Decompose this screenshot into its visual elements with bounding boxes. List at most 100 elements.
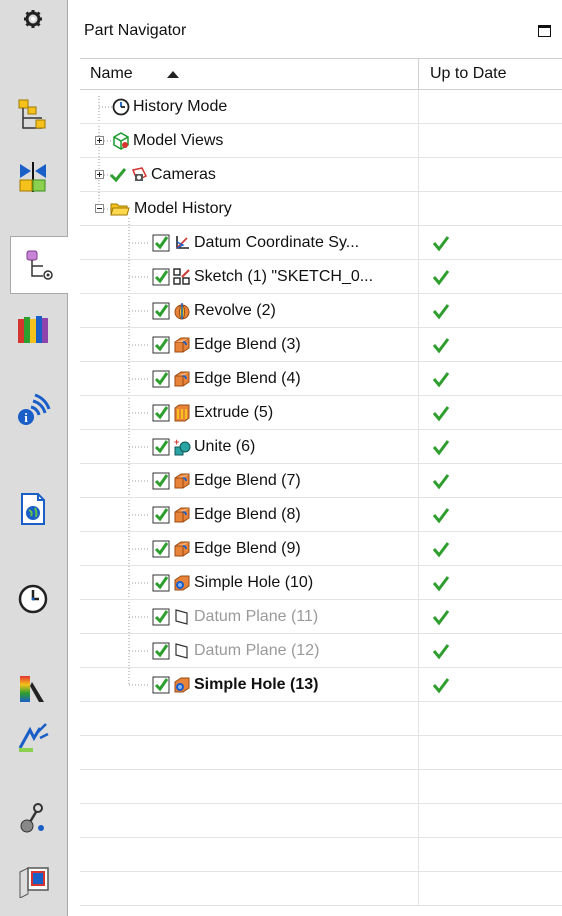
- extrude-icon: [174, 404, 190, 421]
- visibility-checkbox[interactable]: [152, 302, 170, 320]
- visibility-checkbox[interactable]: [152, 608, 170, 626]
- tree-item-label: Edge Blend (8): [194, 505, 301, 523]
- uptodate-check-icon: [432, 678, 450, 694]
- model-views-icon: [113, 131, 129, 150]
- tree-item-label: Sketch (1) "SKETCH_0...: [194, 267, 374, 285]
- web-browser-icon[interactable]: [6, 482, 60, 536]
- collapse-icon[interactable]: [95, 204, 104, 213]
- tree-row-model-history[interactable]: Model History: [80, 192, 562, 226]
- tree-row-datum-csys[interactable]: Datum Coordinate Sy...: [80, 226, 562, 260]
- assembly-navigator-icon[interactable]: [6, 88, 60, 142]
- svg-text:+: +: [174, 438, 179, 447]
- tree-row-datum-plane-11[interactable]: Datum Plane (11): [80, 600, 562, 634]
- constraint-navigator-icon[interactable]: [6, 150, 60, 204]
- uptodate-check-icon: [432, 610, 450, 626]
- edge-blend-icon: [174, 473, 190, 488]
- palettes-icon[interactable]: [6, 854, 60, 908]
- system-materials-icon[interactable]: [6, 790, 60, 844]
- tree-row-simple-hole-13[interactable]: Simple Hole (13): [80, 668, 562, 702]
- uptodate-check-icon: [432, 508, 450, 524]
- tree-row-history-mode[interactable]: History Mode: [80, 90, 562, 124]
- tree-row-edge-blend-7[interactable]: Edge Blend (7): [80, 464, 562, 498]
- settings-gear-icon[interactable]: [6, 4, 60, 34]
- tree-row-simple-hole-10[interactable]: Simple Hole (10): [80, 566, 562, 600]
- datum-plane-icon: [175, 642, 188, 659]
- tree-item-label: Edge Blend (9): [194, 539, 301, 557]
- tree-row-extrude-5[interactable]: Extrude (5): [80, 396, 562, 430]
- datum-csys-icon: [176, 235, 189, 249]
- empty-row: [80, 770, 562, 804]
- empty-row: [80, 838, 562, 872]
- visibility-checkbox[interactable]: [152, 540, 170, 558]
- uptodate-check-icon: [432, 440, 450, 456]
- expand-icon[interactable]: [95, 170, 104, 179]
- tree-item-label: History Mode: [133, 97, 228, 115]
- visibility-checkbox[interactable]: [152, 268, 170, 286]
- column-name-header[interactable]: Name: [90, 65, 133, 83]
- visibility-checkbox[interactable]: [152, 676, 170, 694]
- clock-icon: [112, 98, 130, 115]
- tree-item-label: Model History: [134, 199, 232, 217]
- edge-blend-icon: [174, 541, 190, 556]
- visibility-checkbox[interactable]: [152, 472, 170, 490]
- resource-bar: i: [0, 0, 68, 916]
- tree-row-cameras[interactable]: Cameras: [80, 158, 562, 192]
- tree-row-model-views[interactable]: Model Views: [80, 124, 562, 158]
- uptodate-check-icon: [432, 304, 450, 320]
- tree-item-label: Datum Coordinate Sy...: [194, 233, 360, 251]
- history-icon[interactable]: [6, 572, 60, 626]
- simple-hole-icon: [174, 575, 190, 590]
- visibility-checkbox[interactable]: [152, 506, 170, 524]
- tree-item-label: Datum Plane (12): [194, 641, 320, 659]
- column-divider[interactable]: [418, 59, 419, 89]
- edge-blend-icon: [174, 337, 190, 352]
- tree-item-label: Simple Hole (13): [194, 675, 319, 693]
- part-navigator-icon[interactable]: [10, 236, 68, 294]
- checkmark-icon: [109, 167, 127, 182]
- visibility-checkbox[interactable]: [152, 370, 170, 388]
- visualization-icon[interactable]: [6, 660, 60, 714]
- empty-row: [80, 804, 562, 838]
- visibility-checkbox[interactable]: [152, 574, 170, 592]
- uptodate-check-icon: [432, 542, 450, 558]
- expand-icon[interactable]: [95, 136, 104, 145]
- reuse-library-icon[interactable]: [6, 302, 60, 356]
- visibility-checkbox[interactable]: [152, 404, 170, 422]
- maximize-icon[interactable]: [538, 25, 551, 37]
- roles-icon[interactable]: i: [6, 382, 60, 436]
- visibility-checkbox[interactable]: [152, 336, 170, 354]
- column-header: Name Up to Date: [80, 58, 562, 90]
- visibility-checkbox[interactable]: [152, 234, 170, 252]
- tree-item-label: Edge Blend (3): [194, 335, 301, 353]
- camera-icon: [131, 166, 148, 181]
- svg-text:i: i: [24, 410, 28, 425]
- simple-hole-icon: [174, 677, 190, 692]
- tree-row-edge-blend-9[interactable]: Edge Blend (9): [80, 532, 562, 566]
- tree-item-label: Revolve (2): [194, 301, 276, 319]
- tree-row-unite-6[interactable]: + Unite (6): [80, 430, 562, 464]
- uptodate-check-icon: [432, 372, 450, 388]
- tree-item-label: Unite (6): [194, 437, 256, 455]
- panel-title: Part Navigator: [84, 22, 187, 39]
- tree-row-edge-blend-8[interactable]: Edge Blend (8): [80, 498, 562, 532]
- folder-icon: [110, 203, 130, 215]
- visibility-checkbox[interactable]: [152, 642, 170, 660]
- tree-row-edge-blend-4[interactable]: Edge Blend (4): [80, 362, 562, 396]
- tree-item-label: Datum Plane (11): [194, 607, 319, 625]
- uptodate-check-icon: [432, 474, 450, 490]
- sort-ascending-icon[interactable]: [167, 71, 179, 78]
- tree-row-revolve-2[interactable]: Revolve (2): [80, 294, 562, 328]
- column-uptodate-header[interactable]: Up to Date: [430, 65, 506, 83]
- tree-row-sketch-1[interactable]: Sketch (1) "SKETCH_0...: [80, 260, 562, 294]
- visibility-checkbox[interactable]: [152, 438, 170, 456]
- tree-row-edge-blend-3[interactable]: Edge Blend (3): [80, 328, 562, 362]
- empty-row: [80, 702, 562, 736]
- process-studio-icon[interactable]: [6, 710, 60, 764]
- tree-item-label: Model Views: [133, 131, 224, 149]
- uptodate-check-icon: [432, 236, 450, 252]
- uptodate-check-icon: [432, 338, 450, 354]
- tree-item-label: Edge Blend (4): [194, 369, 301, 387]
- edge-blend-icon: [174, 371, 190, 386]
- uptodate-check-icon: [432, 576, 450, 592]
- tree-row-datum-plane-12[interactable]: Datum Plane (12): [80, 634, 562, 668]
